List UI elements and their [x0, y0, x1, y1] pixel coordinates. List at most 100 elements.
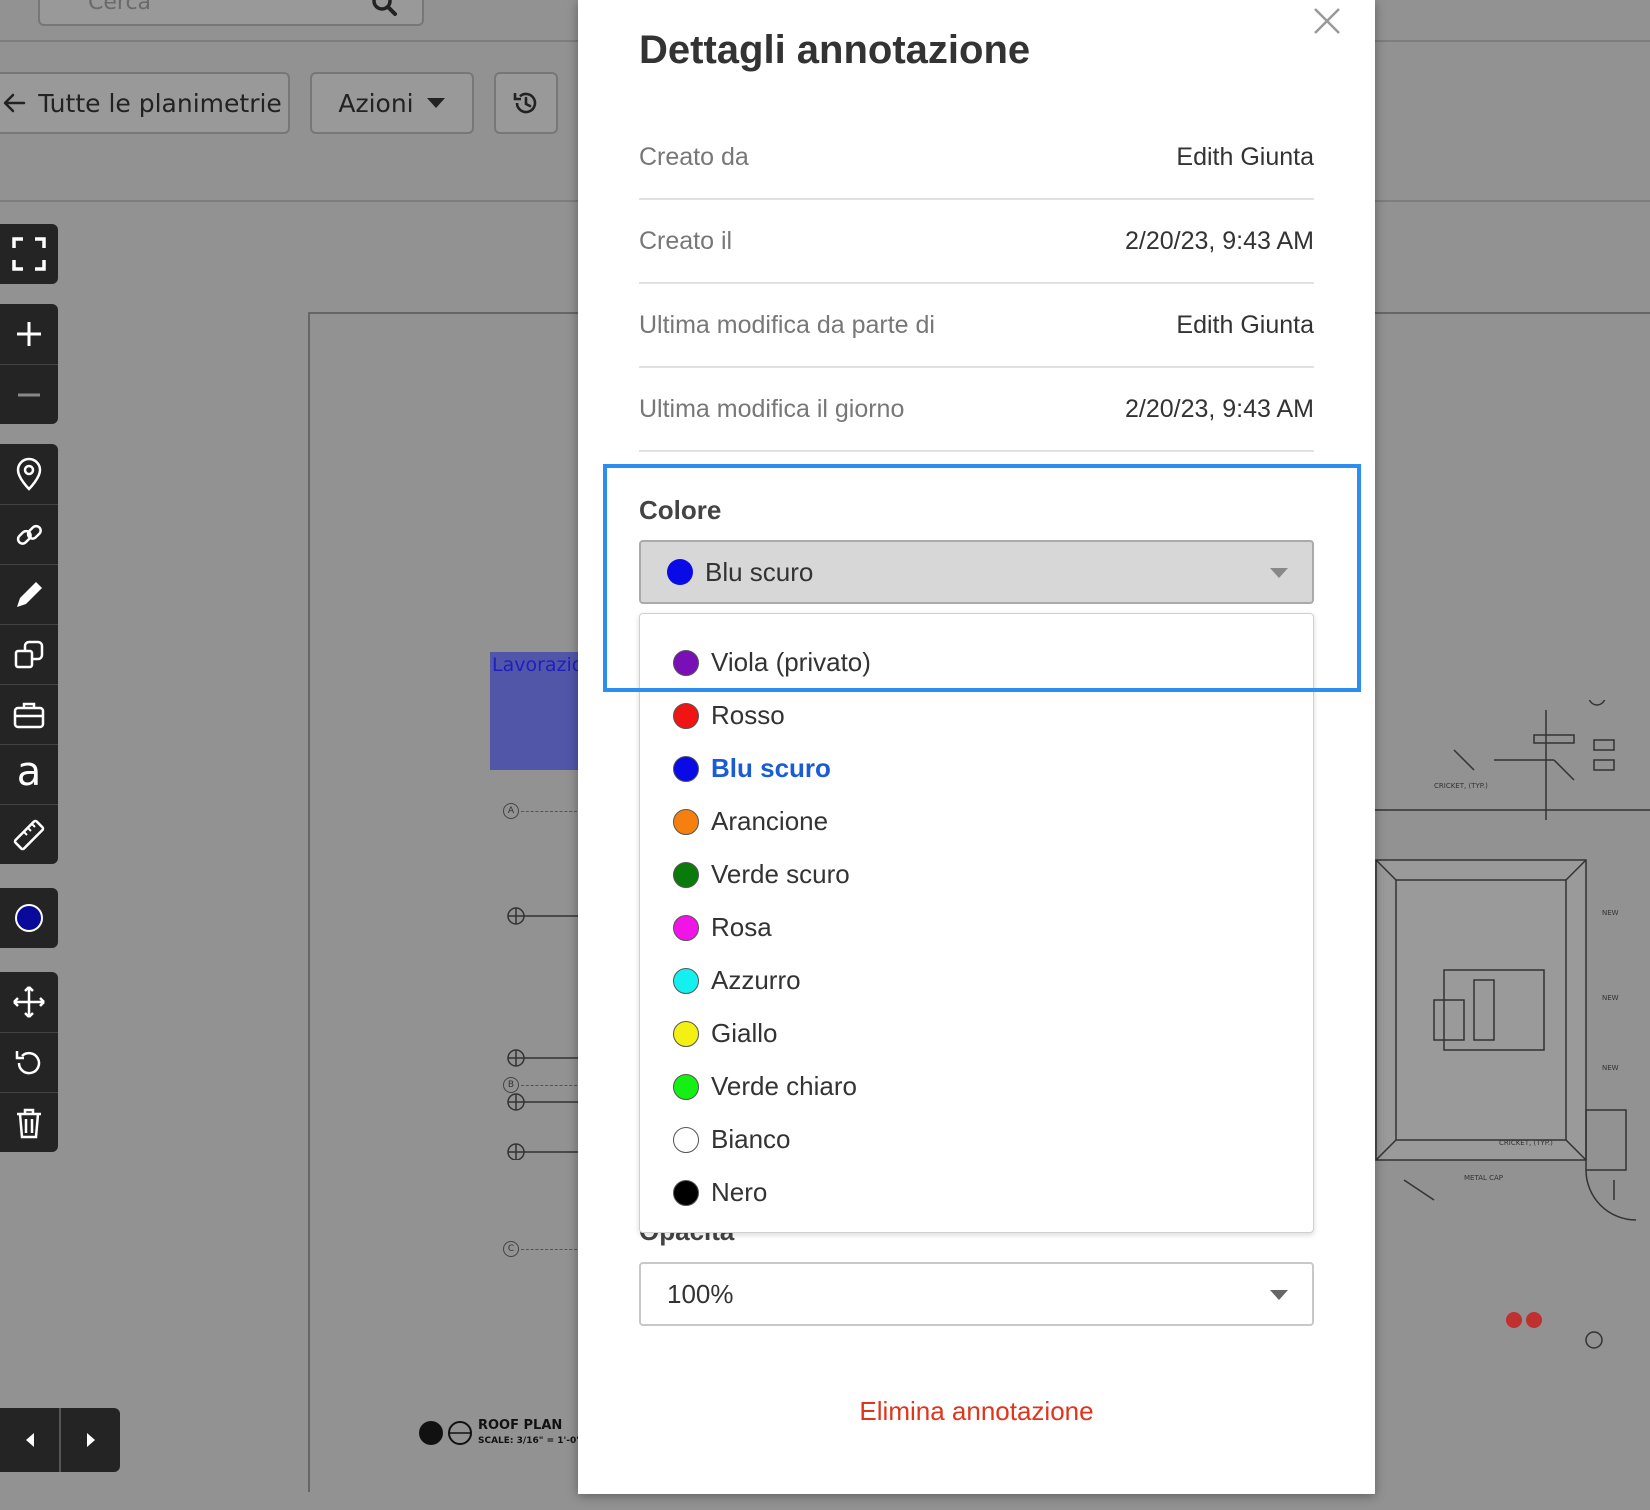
move-icon [13, 986, 45, 1018]
detail-key: Creato il [639, 226, 733, 255]
pin-tool[interactable] [0, 444, 58, 504]
modal-title: Dettagli annotazione [639, 28, 1031, 72]
color-option-rosa[interactable]: Rosa [640, 901, 1313, 954]
zoom-in-button[interactable] [0, 304, 58, 364]
svg-text:NEW: NEW [1602, 1064, 1619, 1072]
grid-bubble: A [503, 803, 519, 819]
color-swatch [673, 967, 699, 994]
delete-annotation-button[interactable]: Elimina annotazione [639, 1396, 1314, 1427]
arrow-left-icon [3, 93, 26, 113]
color-swatch [673, 808, 699, 835]
color-select-value: Blu scuro [705, 556, 814, 587]
grid-line [521, 811, 577, 812]
pencil-icon [17, 581, 42, 607]
search-input[interactable]: Cerca [38, 0, 424, 26]
zoom-out-icon [18, 393, 40, 396]
move-tool[interactable] [0, 972, 58, 1032]
color-option-label: Giallo [711, 1018, 778, 1048]
opacity-select[interactable]: 100% [639, 1262, 1314, 1326]
zoom-group [0, 304, 58, 424]
zoom-in-icon [17, 322, 41, 346]
selected-color-swatch [667, 559, 693, 585]
color-swatch [673, 1073, 699, 1100]
floor-plan-drawing: CRICKET, (TYP.) CRICKET, (TYP.) NEW NEW … [1374, 700, 1650, 1349]
color-label: Colore [639, 495, 722, 525]
color-option-nero[interactable]: Nero [640, 1166, 1313, 1219]
ruler-icon [13, 819, 45, 850]
color-option-label: Rosa [711, 912, 772, 942]
color-option-label: Rosso [711, 700, 785, 730]
zoom-out-button[interactable] [0, 364, 58, 424]
color-option-arancione[interactable]: Arancione [640, 795, 1313, 848]
color-option-bianco[interactable]: Bianco [640, 1113, 1313, 1166]
north-arrow-icon [419, 1421, 472, 1445]
delete-tool[interactable] [0, 1092, 58, 1152]
next-page-button[interactable] [59, 1408, 120, 1472]
svg-text:METAL CAP: METAL CAP [1464, 1174, 1503, 1182]
detail-value: 2/20/23, 9:43 AM [1124, 226, 1314, 255]
svg-text:NEW: NEW [1602, 909, 1619, 917]
search-icon[interactable] [370, 0, 398, 18]
history-icon [513, 92, 537, 114]
trash-icon [17, 1108, 41, 1138]
fullscreen-group [0, 224, 58, 284]
next-icon [86, 1433, 95, 1447]
back-to-plans-button[interactable]: Tutte le planimetrie [0, 72, 290, 134]
color-swatch [673, 702, 699, 729]
page-navigation [0, 1408, 120, 1472]
detail-value: Edith Giunta [1176, 142, 1314, 171]
color-option-azzurro[interactable]: Azzurro [640, 954, 1313, 1007]
color-option-label: Nero [711, 1177, 768, 1207]
prev-page-button[interactable] [0, 1408, 59, 1472]
color-option-rosso[interactable]: Rosso [640, 689, 1313, 742]
color-option-label: Verde scuro [711, 859, 850, 889]
color-option-verde-chiaro[interactable]: Verde chiaro [640, 1060, 1313, 1113]
canvas-annotation-text: Lavorazio [492, 654, 584, 676]
roof-plan-title: ROOF PLAN [478, 1418, 563, 1433]
color-option-viola[interactable]: Viola (privato) [640, 636, 1313, 689]
color-swatch [673, 649, 699, 676]
roof-plan-scale: SCALE: 3/16" = 1'-0" [478, 1436, 581, 1446]
detail-value: 2/20/23, 9:43 AM [1124, 394, 1314, 423]
text-tool[interactable]: a [0, 744, 58, 804]
search-placeholder: Cerca [88, 0, 152, 15]
color-option-label: Verde chiaro [711, 1071, 857, 1101]
caret-down-icon [426, 98, 445, 108]
color-tool-group [0, 888, 58, 948]
svg-text:CRICKET, (TYP.): CRICKET, (TYP.) [1499, 1139, 1553, 1147]
color-option-label: Bianco [711, 1124, 791, 1154]
close-icon[interactable] [1310, 4, 1344, 38]
toolbox-tool[interactable] [0, 684, 58, 744]
ruler-tool[interactable] [0, 804, 58, 864]
undo-tool[interactable] [0, 1032, 58, 1092]
color-option-label: Azzurro [711, 965, 801, 995]
color-option-label: Arancione [711, 806, 829, 836]
svg-text:CRICKET, (TYP.): CRICKET, (TYP.) [1434, 782, 1488, 790]
shapes-tool[interactable] [0, 624, 58, 684]
color-dot-icon [15, 904, 43, 932]
pencil-tool[interactable] [0, 564, 58, 624]
color-option-verde-scuro[interactable]: Verde scuro [640, 848, 1313, 901]
color-swatch [673, 1126, 699, 1153]
actions-dropdown[interactable]: Azioni [310, 72, 474, 134]
color-tool[interactable] [0, 888, 58, 948]
color-swatch [673, 1179, 699, 1206]
canvas-annotation[interactable]: Lavorazio [490, 652, 584, 770]
prev-icon [25, 1433, 34, 1447]
color-select[interactable]: Blu scuro [639, 540, 1314, 604]
detail-row-created-on: Creato il 2/20/23, 9:43 AM [639, 200, 1314, 284]
opacity-select-value: 100% [667, 1278, 734, 1309]
color-option-giallo[interactable]: Giallo [640, 1007, 1313, 1060]
detail-row-modified-by: Ultima modifica da parte di Edith Giunta [639, 284, 1314, 368]
history-button[interactable] [494, 72, 558, 134]
shapes-icon [14, 640, 44, 668]
color-dropdown-list: Viola (privato) Rosso Blu scuro Arancion… [639, 613, 1314, 1233]
link-tool[interactable] [0, 504, 58, 564]
svg-text:NEW: NEW [1602, 994, 1619, 1002]
text-icon: a [16, 748, 42, 795]
color-option-blu-scuro[interactable]: Blu scuro [640, 742, 1313, 795]
back-to-plans-label: Tutte le planimetrie [38, 88, 282, 118]
detail-row-modified-on: Ultima modifica il giorno 2/20/23, 9:43 … [639, 368, 1314, 452]
fullscreen-button[interactable] [0, 224, 58, 284]
detail-key: Creato da [639, 142, 749, 171]
